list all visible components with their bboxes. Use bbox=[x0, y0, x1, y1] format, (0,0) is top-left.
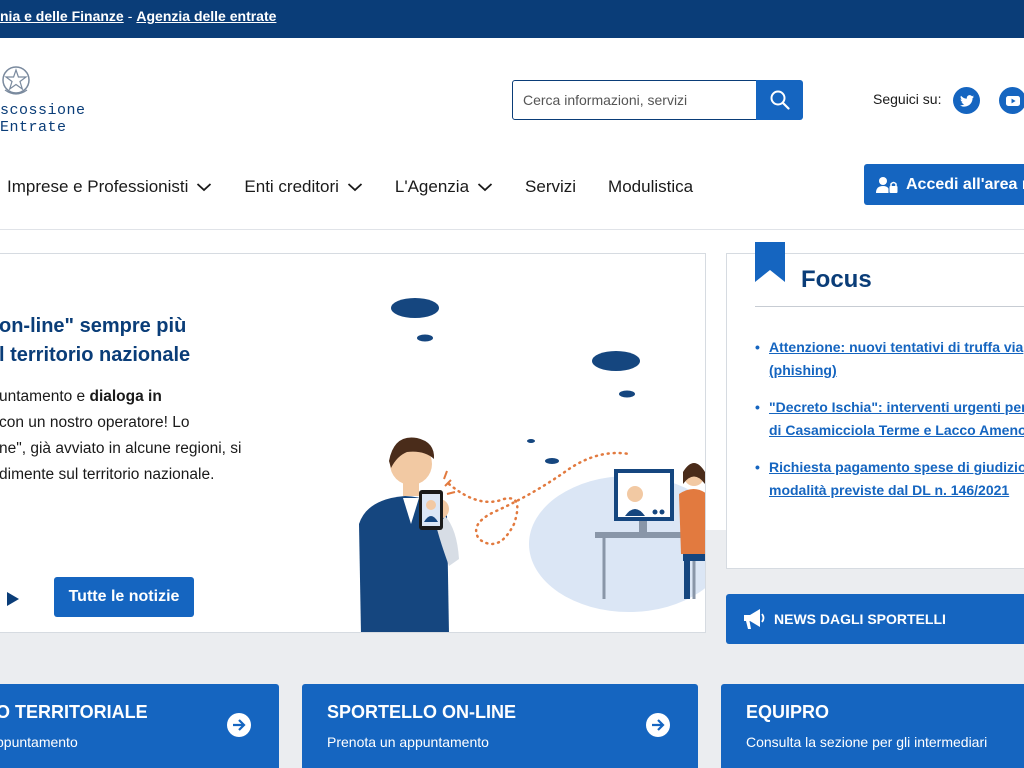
focus-item[interactable]: Attenzione: nuovi tentativi di truffa vi… bbox=[755, 336, 1024, 382]
focus-item-line1: "Decreto Ischia": interventi urgenti per bbox=[769, 399, 1024, 415]
nav-label: Modulistica bbox=[608, 177, 694, 196]
online-desk-illustration bbox=[359, 298, 705, 632]
hero-title-line2: l territorio nazionale bbox=[0, 344, 191, 366]
logo-line1: scossione bbox=[0, 102, 86, 119]
card-sportello-territoriale[interactable]: O TERRITORIALE ppuntamento bbox=[0, 684, 279, 768]
bookmark-icon bbox=[755, 242, 785, 282]
chevron-down-icon bbox=[347, 183, 363, 192]
nav-imprese-professionisti[interactable]: Imprese e Professionisti bbox=[7, 177, 212, 197]
focus-item-line2: (phishing) bbox=[769, 362, 837, 378]
main-navigation: Imprese e Professionisti Enti creditori … bbox=[0, 165, 725, 209]
sportelli-label: NEWS DAGLI SPORTELLI bbox=[774, 611, 946, 627]
nav-agenzia[interactable]: L'Agenzia bbox=[395, 177, 493, 197]
focus-item[interactable]: Richiesta pagamento spese di giudizio mo… bbox=[755, 456, 1024, 502]
login-label: Accedi all'area r bbox=[906, 175, 1024, 193]
card-equipro[interactable]: EQUIPRO Consulta la sezione per gli inte… bbox=[721, 684, 1024, 768]
search-input[interactable] bbox=[512, 80, 757, 120]
card-subtitle: Prenota un appuntamento bbox=[327, 734, 489, 750]
agency-link[interactable]: Agenzia delle entrate bbox=[136, 8, 276, 24]
nav-enti-creditori[interactable]: Enti creditori bbox=[244, 177, 363, 197]
nav-servizi[interactable]: Servizi bbox=[525, 177, 576, 197]
hero-text-line2: con un nostro operatore! Lo bbox=[0, 414, 190, 431]
ministry-link[interactable]: nia e delle Finanze bbox=[0, 8, 124, 24]
focus-title: Focus bbox=[801, 266, 872, 293]
focus-item-line1: Attenzione: nuovi tentativi di truffa vi… bbox=[769, 339, 1024, 355]
republic-emblem-icon[interactable] bbox=[0, 64, 32, 98]
nav-label: L'Agenzia bbox=[394, 177, 470, 196]
focus-panel: Focus Attenzione: nuovi tentativi di tru… bbox=[726, 242, 1024, 569]
card-sportello-online[interactable]: SPORTELLO ON-LINE Prenota un appuntament… bbox=[302, 684, 698, 768]
focus-item-line2: modalità previste dal DL n. 146/2021 bbox=[769, 482, 1010, 498]
hero-text-line1a: untamento e bbox=[0, 388, 90, 405]
hero-text-line3: ne", già avviato in alcune regioni, si bbox=[0, 440, 242, 457]
logo-text[interactable]: scossione Entrate bbox=[0, 102, 86, 136]
arrow-right-icon bbox=[646, 713, 670, 737]
youtube-icon[interactable] bbox=[999, 87, 1024, 114]
nav-modulistica[interactable]: Modulistica bbox=[608, 177, 693, 197]
social-label: Seguici su: bbox=[873, 91, 942, 107]
chevron-down-icon bbox=[197, 183, 212, 192]
focus-list: Attenzione: nuovi tentativi di truffa vi… bbox=[755, 336, 1024, 516]
card-title: EQUIPRO bbox=[746, 702, 830, 722]
card-title: SPORTELLO ON-LINE bbox=[327, 702, 516, 722]
card-subtitle: Consulta la sezione per gli intermediari bbox=[746, 734, 988, 750]
nav-label: Enti creditori bbox=[244, 177, 339, 196]
hero-text-line1b: dialoga in bbox=[89, 388, 162, 405]
megaphone-icon bbox=[744, 609, 765, 629]
search-icon bbox=[770, 90, 790, 110]
card-subtitle: ppuntamento bbox=[0, 734, 78, 750]
focus-item-line2: di Casamicciola Terme e Lacco Ameno bbox=[769, 422, 1024, 438]
all-news-button[interactable]: Tutte le notizie bbox=[54, 577, 194, 617]
focus-item[interactable]: "Decreto Ischia": interventi urgenti per… bbox=[755, 396, 1024, 442]
nav-label: Servizi bbox=[525, 177, 577, 196]
logo-line2: Entrate bbox=[0, 119, 67, 136]
institutional-links: nia e delle Finanze - Agenzia delle entrat… bbox=[0, 8, 276, 24]
arrow-right-icon bbox=[227, 713, 251, 737]
twitter-icon[interactable] bbox=[953, 87, 980, 114]
nav-label: Imprese e Professionisti bbox=[7, 177, 189, 196]
top-bar: nia e delle Finanze - Agenzia delle entrat… bbox=[0, 0, 1024, 38]
play-icon[interactable] bbox=[5, 591, 21, 607]
hero-title-line1: on-line" sempre più bbox=[0, 315, 187, 337]
login-button[interactable]: Accedi all'area r bbox=[864, 164, 1024, 205]
hero-news-card: on-line" sempre più l territorio naziona… bbox=[0, 253, 706, 633]
user-lock-icon bbox=[876, 176, 898, 193]
focus-divider bbox=[755, 306, 1024, 307]
search-button[interactable] bbox=[756, 80, 803, 120]
link-separator: - bbox=[127, 8, 133, 24]
chevron-down-icon bbox=[477, 183, 493, 192]
hero-title[interactable]: on-line" sempre più l territorio naziona… bbox=[0, 312, 319, 370]
hero-description: untamento e dialoga in con un nostro ope… bbox=[0, 384, 299, 488]
card-title: O TERRITORIALE bbox=[0, 702, 148, 722]
news-sportelli-button[interactable]: NEWS DAGLI SPORTELLI bbox=[726, 594, 1024, 644]
focus-item-line1: Richiesta pagamento spese di giudizio bbox=[769, 459, 1024, 475]
hero-text-line4: dimente sul territorio nazionale. bbox=[0, 466, 215, 483]
